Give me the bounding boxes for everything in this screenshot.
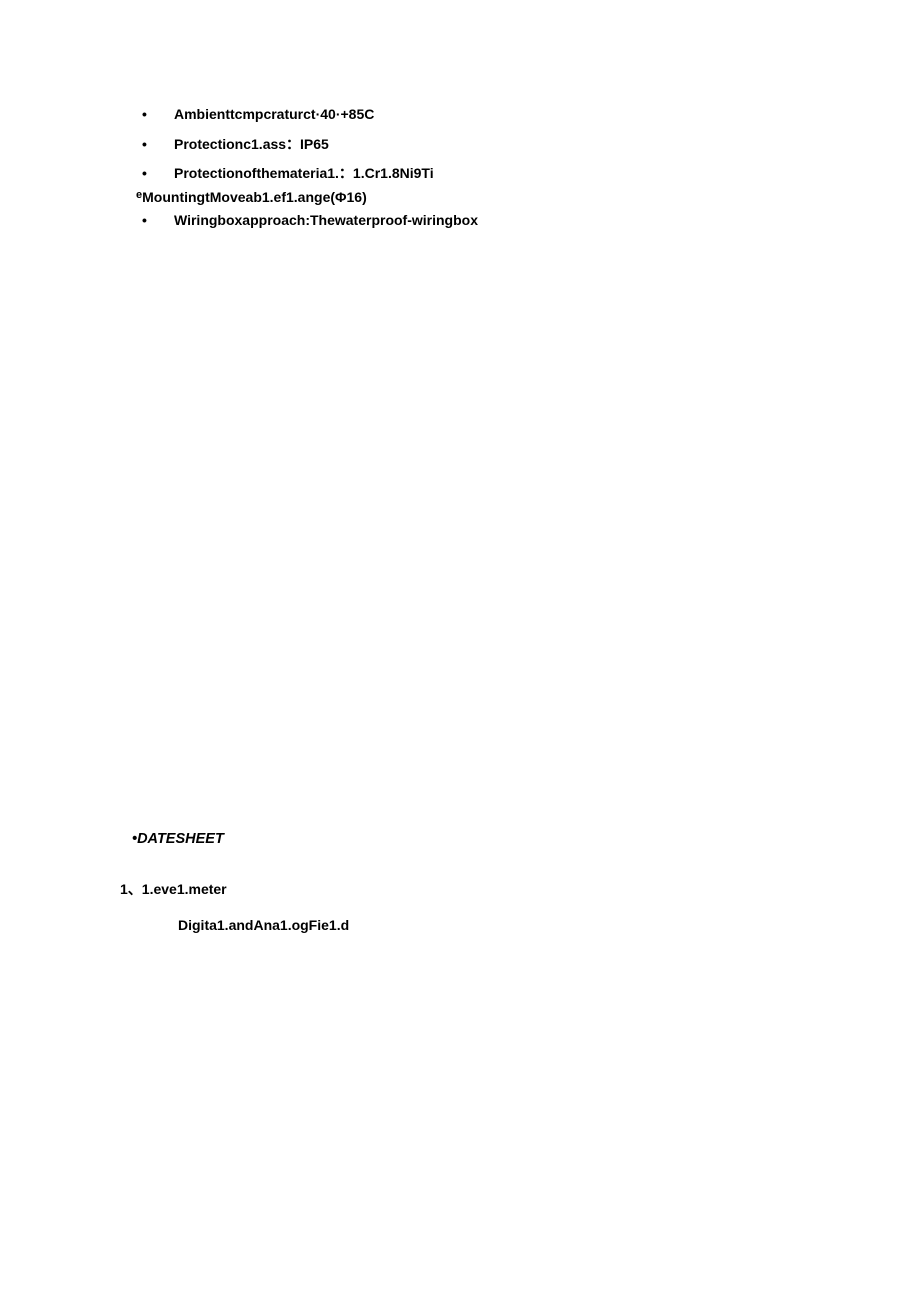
wiring-list: • Wiringboxapproach:Thewaterproof-wiring…	[138, 211, 820, 231]
spec-item: • Ambienttcmpcraturct·40·+85C	[138, 105, 820, 125]
mounting-text: MountingtMoveab1.ef1.ange(Φ16)	[142, 189, 367, 205]
spec-item: • Protectionofthemateria1.：1.Cr1.8Ni9Ti	[138, 164, 820, 184]
bullet-icon: •	[138, 164, 174, 184]
datasheet-heading: •DATESHEET	[132, 831, 820, 847]
bullet-icon: •	[138, 135, 174, 155]
mounting-line: eMountingtMoveab1.ef1.ange(Φ16)	[136, 188, 820, 208]
spec-text: Protectionofthemateria1.：1.Cr1.8Ni9Ti	[174, 164, 820, 184]
wiring-text: Wiringboxapproach:Thewaterproof-wiringbo…	[174, 211, 820, 231]
bullet-icon: •	[138, 211, 174, 231]
spec-text: Ambienttcmpcraturct·40·+85C	[174, 105, 820, 125]
bullet-icon: •	[138, 105, 174, 125]
wiring-item: • Wiringboxapproach:Thewaterproof-wiring…	[138, 211, 820, 231]
specs-list: • Ambienttcmpcraturct·40·+85C • Protecti…	[138, 105, 820, 184]
spec-item: • Protectionc1.ass：IP65	[138, 135, 820, 155]
digital-analog-heading: Digita1.andAna1.ogFie1.d	[178, 917, 820, 933]
spec-text: Protectionc1.ass：IP65	[174, 135, 820, 155]
level-meter-heading: 1、1.eve1.meter	[120, 879, 820, 899]
